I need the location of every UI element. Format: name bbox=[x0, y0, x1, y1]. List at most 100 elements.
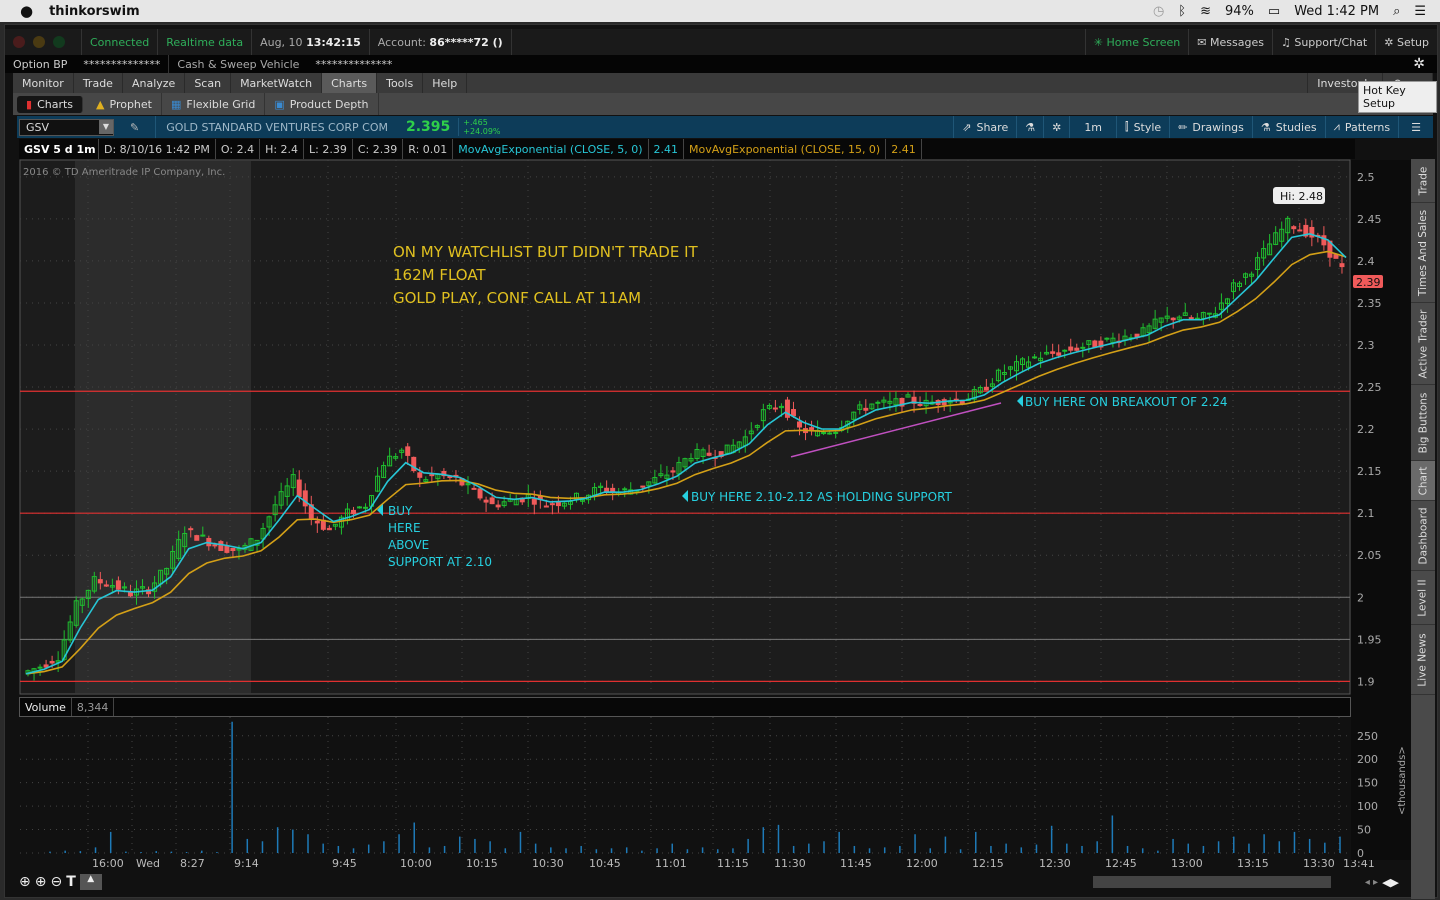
chart-bottom-toolbar: ⊕ ⊕ ⊖ T ▲ ◂ ▸ ◀▶ bbox=[19, 873, 1399, 891]
candle-body bbox=[863, 407, 869, 411]
candle-body bbox=[610, 487, 616, 492]
right-sidebar-gadgets: Trade Times And Sales Active Trader Big But… bbox=[1411, 159, 1435, 899]
candle-body bbox=[320, 519, 326, 530]
y-tick-label: 2 bbox=[1357, 591, 1364, 604]
candle-body bbox=[1080, 346, 1086, 349]
candle-body bbox=[212, 544, 218, 547]
collapse-panel-button[interactable]: ▲ bbox=[79, 874, 102, 890]
x-tick-label: 10:00 bbox=[400, 857, 432, 870]
candle-body bbox=[640, 485, 646, 488]
battery-percent[interactable]: 94% bbox=[1225, 4, 1254, 19]
last-price-tag-text: 2.39 bbox=[1356, 276, 1381, 289]
candle-body bbox=[772, 407, 778, 410]
gadget-tab-label: Level II bbox=[1417, 578, 1429, 617]
candle-body bbox=[224, 545, 230, 553]
gadget-tab-label: Active Trader bbox=[1417, 309, 1430, 378]
y-tick-label: 1.9 bbox=[1357, 675, 1375, 688]
candle-body bbox=[1056, 352, 1062, 356]
wifi-icon[interactable]: ≋ bbox=[1200, 4, 1211, 19]
candle-body bbox=[1170, 317, 1176, 321]
gadget-tab-label: Chart bbox=[1417, 466, 1430, 495]
gadget-tab-chart[interactable]: Chart bbox=[1411, 461, 1435, 501]
text-tool-icon[interactable]: T bbox=[66, 874, 76, 890]
candle-body bbox=[809, 427, 815, 430]
candle-body bbox=[622, 488, 628, 491]
crosshair-icon[interactable]: ⊕ bbox=[19, 874, 31, 890]
candle-body bbox=[115, 580, 121, 590]
vol-tick-label: 0 bbox=[1357, 847, 1364, 860]
high-label: Hi: 2.48 bbox=[1280, 190, 1323, 203]
x-tick-label: 12:15 bbox=[972, 857, 1004, 870]
x-tick-label: 11:01 bbox=[655, 857, 687, 870]
y-tick-label: 2.35 bbox=[1357, 297, 1382, 310]
vol-tick-label: 50 bbox=[1357, 824, 1371, 837]
y-tick-label: 2.15 bbox=[1357, 465, 1382, 478]
y-tick-label: 2.25 bbox=[1357, 381, 1382, 394]
gadget-tab-live-news[interactable]: Live News bbox=[1411, 625, 1435, 695]
vol-tick-label: 200 bbox=[1357, 753, 1378, 766]
y-tick-label: 2.45 bbox=[1357, 213, 1382, 226]
copyright-text: 2016 © TD Ameritrade IP Company, Inc. bbox=[23, 167, 225, 178]
candle-body bbox=[827, 432, 833, 435]
candle-body bbox=[296, 479, 302, 497]
x-tick-label: 11:45 bbox=[840, 857, 872, 870]
candle-body bbox=[495, 504, 501, 508]
candle-body bbox=[37, 666, 43, 669]
gadget-tab-label: Dashboard bbox=[1417, 507, 1429, 564]
scroll-arrows-icon[interactable]: ◂ ▸ bbox=[1365, 877, 1378, 888]
app-name[interactable]: thinkorswim bbox=[49, 4, 140, 19]
volume-label: Volume bbox=[20, 698, 72, 716]
notification-center-icon[interactable]: ☰ bbox=[1414, 4, 1426, 19]
candle-body bbox=[1104, 337, 1110, 340]
zoom-in-icon[interactable]: ⊕ bbox=[35, 874, 47, 890]
candle-body bbox=[471, 487, 477, 490]
candle-body bbox=[417, 472, 423, 478]
clock[interactable]: Wed 1:42 PM bbox=[1294, 4, 1379, 19]
candle-body bbox=[917, 403, 923, 406]
gadget-tab-dashboard[interactable]: Dashboard bbox=[1411, 501, 1435, 571]
y-tick-label: 1.95 bbox=[1357, 633, 1382, 646]
buy-note-1: BUY bbox=[388, 504, 413, 518]
bluetooth-icon[interactable]: ᛒ bbox=[1178, 4, 1186, 19]
candle-body bbox=[363, 506, 369, 509]
candle-body bbox=[43, 664, 49, 668]
gadget-tab-level-ii[interactable]: Level II bbox=[1411, 571, 1435, 625]
fit-chart-icon[interactable]: ◀▶ bbox=[1382, 876, 1399, 889]
candle-body bbox=[1074, 347, 1080, 351]
y-tick-label: 2.4 bbox=[1357, 255, 1375, 268]
candle-body bbox=[549, 503, 555, 506]
candle-body bbox=[1297, 229, 1303, 232]
horizontal-scrollbar[interactable] bbox=[1092, 876, 1331, 888]
spotlight-search-icon[interactable]: ⌕ bbox=[1393, 4, 1400, 19]
candle-body bbox=[188, 528, 194, 531]
buy-note-1: HERE bbox=[388, 521, 421, 535]
candle-body bbox=[200, 534, 206, 537]
gadget-tab-times-and-sales[interactable]: Times And Sales bbox=[1411, 203, 1435, 303]
price-chart[interactable]: 16:00 Wed 8:27 9:14 9:45 10:00 10:15 10:30 10:45… bbox=[5, 25, 1411, 899]
mac-menubar: ● thinkorswim ◷ ᛒ ≋ 94% ▭ Wed 1:42 PM ⌕ … bbox=[0, 0, 1440, 22]
zoom-out-icon[interactable]: ⊖ bbox=[50, 874, 62, 890]
x-tick-label: 13:00 bbox=[1171, 857, 1203, 870]
x-tick-label: 11:15 bbox=[717, 857, 749, 870]
gadget-tab-big-buttons[interactable]: Big Buttons bbox=[1411, 385, 1435, 461]
time-machine-icon[interactable]: ◷ bbox=[1153, 4, 1164, 19]
candle-body bbox=[326, 527, 332, 531]
thinkorswim-window: Connected Realtime data Aug, 10 13:42:15… bbox=[4, 24, 1438, 899]
candle-body bbox=[489, 497, 495, 505]
battery-icon: ▭ bbox=[1267, 3, 1281, 19]
candle-body bbox=[983, 386, 989, 391]
volume-value: 8,344 bbox=[72, 698, 115, 716]
apple-icon[interactable]: ● bbox=[20, 2, 33, 20]
gadget-tab-trade[interactable]: Trade bbox=[1411, 159, 1435, 203]
candle-body bbox=[230, 547, 236, 551]
vol-tick-label: 150 bbox=[1357, 777, 1378, 790]
gadget-tab-active-trader[interactable]: Active Trader bbox=[1411, 303, 1435, 385]
settings-gear-icon[interactable]: ✲ bbox=[1413, 56, 1425, 72]
candle-body bbox=[555, 502, 561, 507]
y-tick-label: 2.5 bbox=[1357, 171, 1375, 184]
chart-note: 162M FLOAT bbox=[393, 266, 486, 284]
x-tick-label: 12:30 bbox=[1039, 857, 1071, 870]
x-tick-label: 10:15 bbox=[466, 857, 498, 870]
candle-body bbox=[1050, 351, 1056, 354]
x-tick-label: 12:00 bbox=[906, 857, 938, 870]
